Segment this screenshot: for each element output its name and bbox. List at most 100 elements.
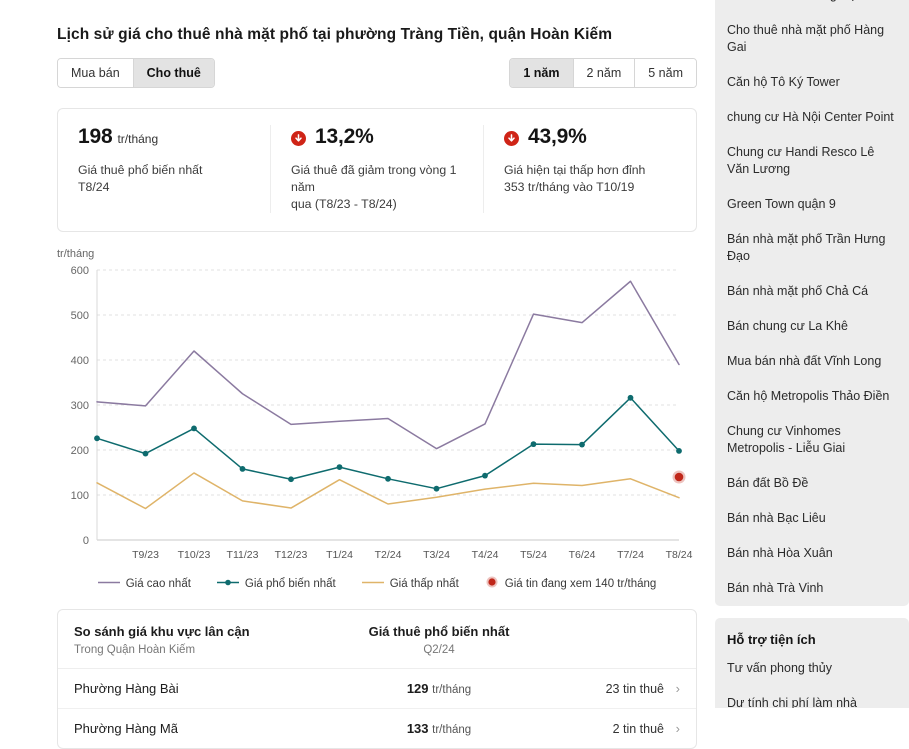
stat-desc-line2: T8/24 (78, 179, 250, 196)
chart-legend: Giá cao nhất Giá phổ biến nhất Giá thấp nh… (57, 576, 697, 591)
chart-data-point (94, 435, 100, 441)
related-link[interactable]: Căn hộ Metropolis Thảo Điền (727, 379, 897, 414)
chart-x-tick-label: T1/24 (326, 549, 353, 561)
nearby-comparison-table: So sánh giá khu vực lân cận Trong Quận H… (57, 609, 697, 749)
compare-column-sub: Q2/24 (314, 644, 564, 656)
legend-label: Giá tin đang xem 140 tr/tháng (505, 578, 657, 590)
page-root: Lịch sử giá cho thuê nhà mặt phố tại phư… (0, 0, 909, 708)
utilities-heading: Hỗ trợ tiện ích (715, 618, 909, 651)
chart-x-tick-label: T6/24 (569, 549, 596, 561)
related-link[interactable]: Chung cư Handi Resco Lê Văn Lương (727, 135, 897, 187)
utility-link[interactable]: Dự tính chi phí làm nhà (727, 686, 897, 708)
ward-price: 129 (407, 681, 429, 696)
chart-y-tick-label: 0 (83, 535, 89, 547)
chart-controls: Mua bán Cho thuê 1 năm 2 năm 5 năm (0, 44, 715, 88)
related-link[interactable]: Bán nhà Trần Hưng Đạo (727, 0, 897, 13)
tab-mua-ban[interactable]: Mua bán (58, 59, 134, 87)
stat-yoy-decline: 13,2% Giá thuê đã giảm trong vòng 1 năm … (271, 125, 484, 213)
stat-desc-line2: qua (T8/23 - T8/24) (291, 196, 463, 213)
stat-unit: tr/tháng (117, 132, 158, 146)
related-link[interactable]: Bán nhà Trà Vinh (727, 571, 897, 606)
chart-canvas: 0100200300400500600T9/23T10/23T11/23T12/… (57, 262, 697, 572)
related-links-list: Bán nhà Trần Hưng ĐạoCho thuê nhà mặt ph… (715, 0, 909, 606)
current-listing-price-marker (675, 473, 684, 482)
chart-data-point (482, 473, 488, 479)
chart-x-tick-label: T4/24 (472, 549, 499, 561)
related-link[interactable]: Green Town quận 9 (727, 187, 897, 222)
right-sidebar: Bán nhà Trần Hưng ĐạoCho thuê nhà mặt ph… (715, 0, 909, 708)
legend-item[interactable]: Giá phổ biến nhất (217, 578, 336, 590)
chart-y-tick-label: 500 (71, 310, 89, 322)
legend-swatch-dot (485, 576, 499, 591)
chart-data-point (288, 476, 294, 482)
arrow-down-circle-icon (504, 131, 519, 146)
related-link[interactable]: Căn hộ Tô Ký Tower (727, 65, 897, 100)
legend-swatch (98, 578, 120, 590)
listing-type-tabs[interactable]: Mua bán Cho thuê (57, 58, 215, 88)
page-title: Lịch sử giá cho thuê nhà mặt phố tại phư… (0, 0, 715, 44)
chevron-right-icon[interactable]: › (664, 681, 680, 696)
ward-name: Phường Hàng Mã (74, 721, 314, 736)
chart-x-tick-label: T10/23 (178, 549, 211, 561)
table-row[interactable]: Phường Hàng Mã 133 tr/tháng 2 tin thuê › (58, 709, 696, 748)
ward-price: 133 (407, 721, 429, 736)
chart-x-tick-label: T7/24 (617, 549, 644, 561)
related-link[interactable]: Cho thuê nhà mặt phố Hàng Gai (727, 13, 897, 65)
related-link[interactable]: Bán nhà mặt phố Chả Cá (727, 274, 897, 309)
chart-data-point (385, 476, 391, 482)
chevron-right-icon[interactable]: › (664, 721, 680, 736)
related-link[interactable]: Bán nhà Bạc Liêu (727, 501, 897, 536)
chart-x-tick-label: T3/24 (423, 549, 450, 561)
related-links-block: Bán nhà Trần Hưng ĐạoCho thuê nhà mặt ph… (715, 0, 909, 606)
chart-x-tick-label: T5/24 (520, 549, 547, 561)
related-link[interactable]: Bán nhà Hòa Xuân (727, 536, 897, 571)
chart-y-tick-label: 600 (71, 265, 89, 277)
legend-label: Giá phổ biến nhất (245, 578, 336, 590)
legend-label: Giá cao nhất (126, 578, 191, 590)
chart-series-line (97, 281, 679, 448)
related-link[interactable]: Chung cư Vinhomes Metropolis - Liễu Giai (727, 414, 897, 466)
chart-data-point (676, 448, 682, 454)
related-link[interactable]: Bán đất Bồ Đề (727, 466, 897, 501)
price-history-chart: tr/tháng 0100200300400500600T9/23T10/23T… (57, 248, 697, 591)
related-link[interactable]: Bán nhà mặt phố Trần Hưng Đạo (727, 222, 897, 274)
legend-swatch (362, 578, 384, 590)
chart-data-point (579, 442, 585, 448)
utilities-block: Hỗ trợ tiện ích Tư vấn phong thủyDự tính… (715, 618, 909, 708)
stat-value: 13,2% (315, 125, 374, 149)
table-header: So sánh giá khu vực lân cận Trong Quận H… (58, 610, 696, 669)
chart-x-tick-label: T12/23 (275, 549, 308, 561)
related-link[interactable]: Bán chung cư La Khê (727, 309, 897, 344)
range-1-nam[interactable]: 1 năm (510, 59, 573, 87)
ward-listing-count: 23 tin thuê (564, 682, 664, 696)
stat-desc-line1: Giá hiện tại thấp hơn đỉnh (504, 162, 676, 179)
compare-title: So sánh giá khu vực lân cận (74, 624, 314, 639)
related-link[interactable]: chung cư Hà Nội Center Point (727, 100, 897, 135)
range-2-nam[interactable]: 2 năm (574, 59, 636, 87)
related-link[interactable]: Mua bán nhà đất Vĩnh Long (727, 344, 897, 379)
chart-y-tick-label: 300 (71, 400, 89, 412)
utility-link[interactable]: Tư vấn phong thủy (727, 651, 897, 686)
ward-listing-count: 2 tin thuê (564, 722, 664, 736)
stat-value: 198 (78, 125, 112, 149)
chart-y-tick-label: 100 (71, 490, 89, 502)
chart-data-point (337, 464, 343, 470)
chart-series-line (97, 398, 679, 489)
time-range-tabs[interactable]: 1 năm 2 năm 5 năm (509, 58, 697, 88)
utilities-list: Tư vấn phong thủyDự tính chi phí làm nhà… (715, 651, 909, 708)
legend-item[interactable]: Giá thấp nhất (362, 578, 459, 590)
table-row[interactable]: Phường Hàng Bài 129 tr/tháng 23 tin thuê… (58, 669, 696, 709)
arrow-down-circle-icon (291, 131, 306, 146)
stat-desc-line1: Giá thuê đã giảm trong vòng 1 năm (291, 162, 463, 196)
chart-y-tick-label: 200 (71, 445, 89, 457)
compare-column-title: Giá thuê phổ biến nhất (314, 624, 564, 639)
chart-data-point (143, 451, 149, 457)
range-5-nam[interactable]: 5 năm (635, 59, 696, 87)
legend-item-annotation[interactable]: Giá tin đang xem 140 tr/tháng (485, 576, 657, 591)
chart-data-point (628, 395, 634, 401)
stat-desc-line2: 353 tr/tháng vào T10/19 (504, 179, 676, 196)
chart-y-unit-label: tr/tháng (57, 248, 697, 260)
tab-cho-thue[interactable]: Cho thuê (134, 59, 214, 87)
chart-x-tick-label: T11/23 (227, 549, 259, 561)
legend-item[interactable]: Giá cao nhất (98, 578, 191, 590)
